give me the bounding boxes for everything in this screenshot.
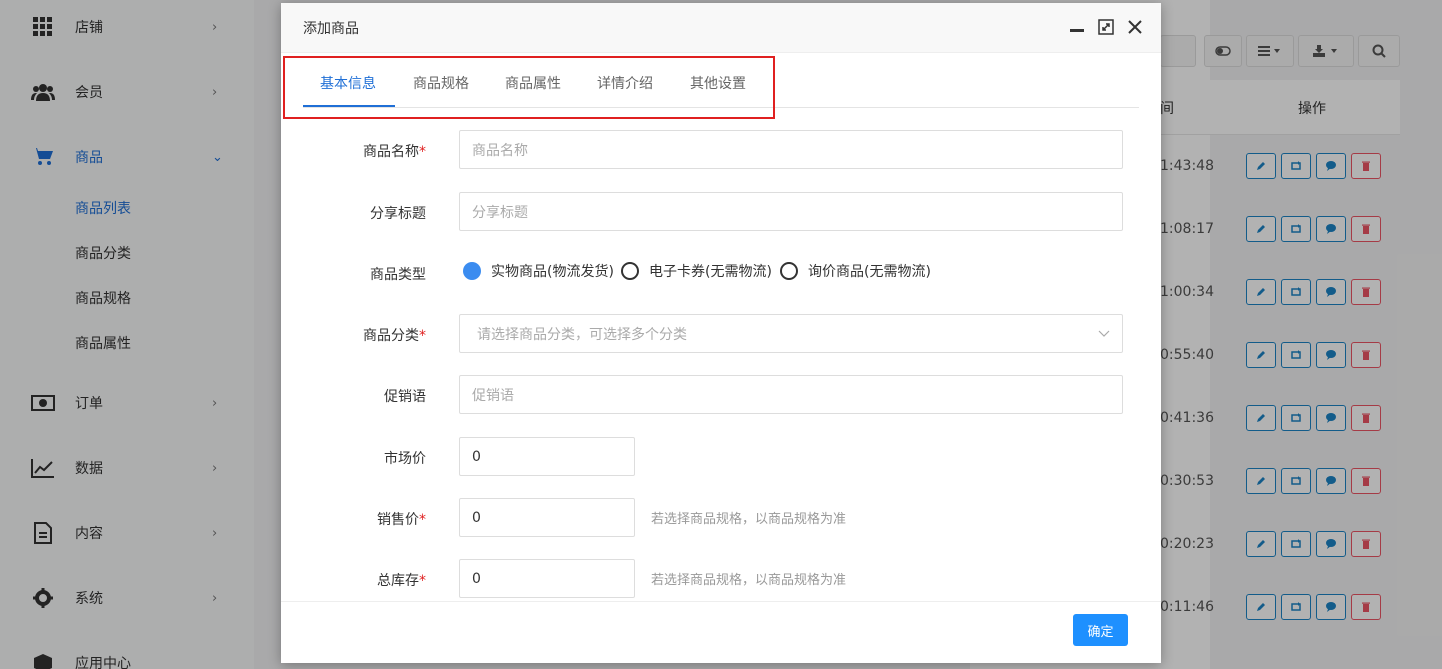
- active-tab-indicator: [303, 105, 395, 107]
- goods-category-placeholder: 请选择商品分类，可选择多个分类: [477, 326, 687, 343]
- close-icon[interactable]: [1124, 16, 1146, 38]
- radio-label: 电子卡券(无需物流): [649, 264, 772, 280]
- sale-price-label-text: 销售价: [377, 512, 419, 528]
- sale-price-label: 销售价*: [286, 509, 426, 529]
- radio-unchecked-icon: [780, 262, 798, 280]
- goods-category-select[interactable]: 请选择商品分类，可选择多个分类: [459, 314, 1123, 353]
- share-title-label: 分享标题: [370, 206, 426, 222]
- sale-price-hint: 若选择商品规格，以商品规格为准: [651, 512, 847, 527]
- modal-header: 添加商品: [281, 3, 1161, 53]
- required-mark: *: [419, 328, 426, 344]
- promo-input[interactable]: 促销语: [459, 375, 1123, 414]
- tab-goods-spec[interactable]: 商品规格: [413, 73, 469, 93]
- radio-checked-icon: [463, 262, 481, 280]
- radio-label: 询价商品(无需物流): [808, 264, 931, 280]
- maximize-icon[interactable]: [1095, 16, 1117, 38]
- stock-hint: 若选择商品规格，以商品规格为准: [651, 573, 847, 588]
- goods-type-radio-ecard[interactable]: 电子卡券(无需物流): [621, 261, 772, 281]
- promo-label: 促销语: [384, 389, 426, 405]
- confirm-button[interactable]: 确定: [1073, 614, 1128, 646]
- required-mark: *: [419, 512, 426, 528]
- goods-type-label: 商品类型: [370, 267, 426, 283]
- goods-category-label: 商品分类*: [286, 325, 426, 345]
- goods-name-input[interactable]: 商品名称: [459, 130, 1123, 169]
- market-price-label: 市场价: [384, 451, 426, 467]
- radio-label: 实物商品(物流发货): [491, 264, 614, 280]
- market-price-input[interactable]: 0: [459, 437, 635, 476]
- stock-label: 总库存*: [286, 570, 426, 590]
- tab-basic-info[interactable]: 基本信息: [320, 73, 376, 93]
- goods-name-label-text: 商品名称: [363, 144, 419, 160]
- goods-category-label-text: 商品分类: [363, 328, 419, 344]
- sale-price-input[interactable]: 0: [459, 498, 635, 537]
- chevron-down-icon: [1098, 330, 1110, 337]
- tab-goods-attr[interactable]: 商品属性: [505, 73, 561, 93]
- add-goods-modal: 添加商品 基本信息 商品规格 商品属性 详情介绍 其他设置 商品名称* 商品名称…: [281, 3, 1161, 663]
- modal-title: 添加商品: [303, 21, 359, 37]
- stock-input[interactable]: 0: [459, 559, 635, 598]
- goods-type-radio-physical[interactable]: 实物商品(物流发货): [463, 261, 614, 281]
- modal-footer: 确定: [281, 601, 1161, 663]
- goods-type-radio-inquiry[interactable]: 询价商品(无需物流): [780, 261, 931, 281]
- tab-detail-intro[interactable]: 详情介绍: [597, 73, 653, 93]
- goods-name-label: 商品名称*: [286, 141, 426, 161]
- tab-other-settings[interactable]: 其他设置: [690, 73, 746, 93]
- share-title-input[interactable]: 分享标题: [459, 192, 1123, 231]
- radio-unchecked-icon: [621, 262, 639, 280]
- modal-tabs: 基本信息 商品规格 商品属性 详情介绍 其他设置: [303, 53, 1139, 108]
- minimize-icon[interactable]: [1066, 16, 1088, 38]
- required-mark: *: [419, 144, 426, 160]
- stock-label-text: 总库存: [377, 573, 419, 589]
- required-mark: *: [419, 573, 426, 589]
